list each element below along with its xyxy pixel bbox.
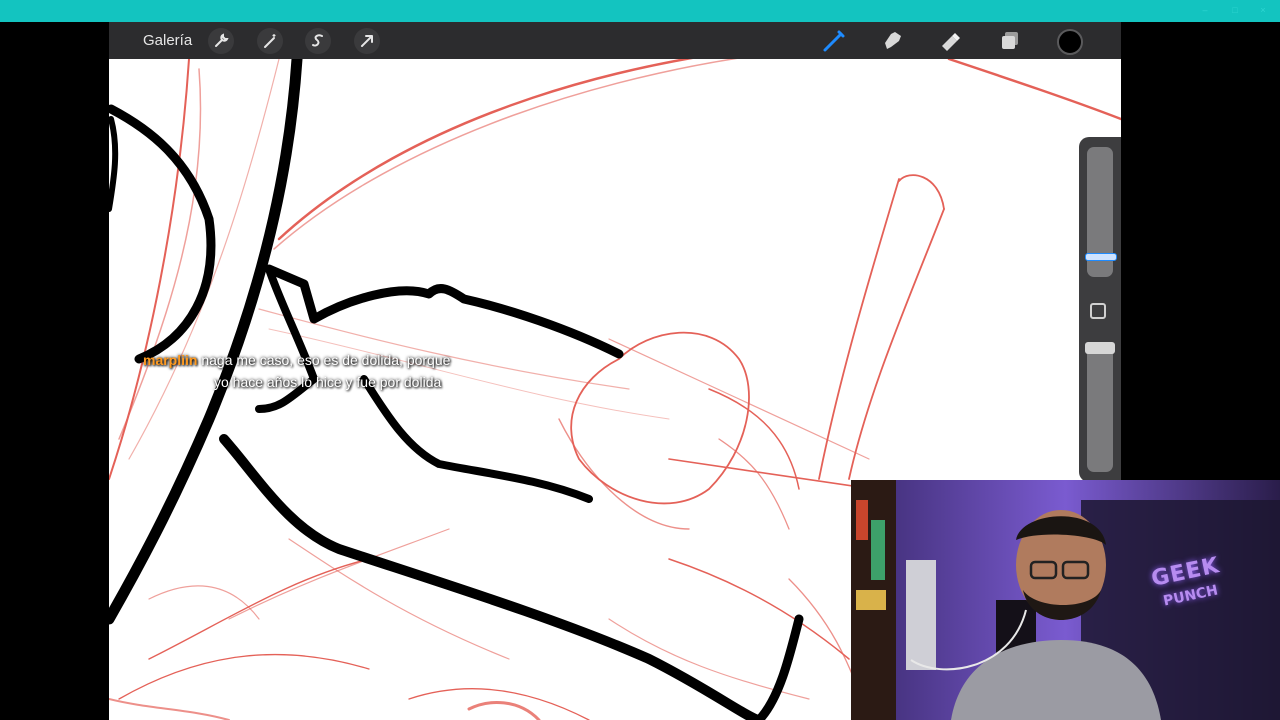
modify-button[interactable] — [1090, 303, 1106, 319]
ink-sleeve — [109, 59, 303, 625]
brush-icon — [823, 30, 845, 52]
actions-wrench-button[interactable] — [208, 28, 234, 54]
opacity-handle[interactable] — [1085, 342, 1115, 354]
sketch-arc-top — [277, 59, 694, 241]
selection-button[interactable] — [305, 28, 331, 54]
color-picker-button[interactable] — [1057, 29, 1083, 55]
sketch-arc-right — [947, 59, 1121, 121]
sketch-sword — [818, 178, 900, 480]
smudge-tool[interactable] — [879, 27, 907, 55]
magic-wand-icon — [264, 34, 276, 48]
selection-icon — [312, 34, 323, 47]
brush-size-handle[interactable] — [1085, 253, 1117, 261]
webcam-overlay: GEEK PUNCH — [851, 480, 1280, 720]
gallery-button[interactable]: Galería — [143, 32, 192, 49]
minimize-icon[interactable]: – — [1200, 5, 1210, 15]
smudge-icon — [885, 32, 901, 49]
chat-message-line2: yo hace años lo hice y fue por dolida — [214, 374, 442, 390]
close-icon[interactable]: × — [1258, 5, 1268, 15]
transform-button[interactable] — [354, 28, 380, 54]
opacity-slider[interactable] — [1085, 342, 1115, 472]
chat-overlay: marpliin naga me caso, eso es de dolida,… — [143, 349, 533, 393]
ink-arm-bottom — [360, 375, 593, 503]
wrench-icon — [215, 33, 229, 47]
chat-message-line1: naga me caso, eso es de dolida, porque — [201, 352, 451, 368]
brush-sidebar — [1079, 137, 1121, 482]
window-titlebar: – □ × — [0, 0, 1280, 22]
brush-tool[interactable] — [820, 27, 848, 55]
adjustments-button[interactable] — [257, 28, 283, 54]
sketch-legs — [148, 558, 370, 660]
brush-size-slider[interactable] — [1085, 147, 1117, 277]
webcam-feed — [851, 480, 1280, 720]
layers-tool[interactable] — [996, 27, 1024, 55]
eraser-icon — [942, 33, 960, 51]
layers-icon — [1002, 32, 1018, 49]
ink-body — [219, 434, 764, 720]
transform-arrow-icon — [361, 35, 373, 47]
procreate-toolbar: Galería — [109, 22, 1121, 59]
eraser-tool[interactable] — [937, 27, 965, 55]
maximize-icon[interactable]: □ — [1230, 5, 1240, 15]
chat-username: marpliin — [143, 352, 198, 368]
